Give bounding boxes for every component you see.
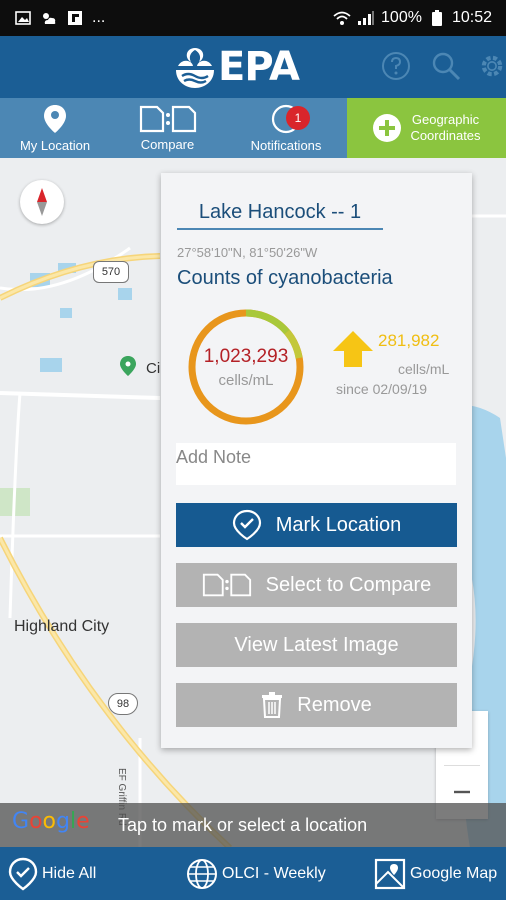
- geo-label-line2: Coordinates: [410, 128, 481, 143]
- globe-icon: [187, 858, 217, 889]
- note-input[interactable]: Add Note: [176, 443, 456, 485]
- wifi-icon: [333, 10, 351, 26]
- route-shield-98: 98: [108, 693, 138, 715]
- image-icon: [14, 10, 32, 26]
- map-label-highland-city: Highland City: [14, 618, 110, 635]
- more-notifications-text: ...: [92, 9, 106, 26]
- note-placeholder: Add Note: [176, 447, 252, 467]
- select-to-compare-label: Select to Compare: [265, 573, 432, 596]
- compare-label: Compare: [140, 136, 195, 152]
- compare-icon: [139, 105, 196, 132]
- remove-button[interactable]: Remove: [176, 683, 457, 727]
- map-hint-bar: Google Tap to mark or select a location: [0, 803, 506, 847]
- mark-location-label: Mark Location: [275, 513, 402, 536]
- help-icon[interactable]: [378, 48, 414, 84]
- gear-icon[interactable]: [478, 48, 506, 84]
- count-value: 1,023,293: [203, 345, 289, 367]
- app-header: EPA: [0, 36, 506, 98]
- map-hint-text: Tap to mark or select a location: [118, 815, 368, 835]
- compass-button[interactable]: [20, 180, 64, 224]
- status-bar: ... 100% 10:52: [0, 0, 506, 36]
- map-city-label: Ci: [146, 360, 161, 377]
- hide-all-label: Hide All: [42, 864, 97, 882]
- location-popup: Lake Hancock -- 1 27°58'10"N, 81°50'26"W…: [161, 173, 472, 748]
- compare-icon: [202, 573, 251, 597]
- view-latest-image-button[interactable]: View Latest Image: [176, 623, 457, 667]
- notifications-label: Notifications: [250, 137, 322, 153]
- trend-value: 281,982: [378, 331, 440, 350]
- location-check-icon: [8, 857, 38, 890]
- remove-label: Remove: [297, 693, 372, 716]
- basemap-button[interactable]: Google Map: [374, 847, 497, 900]
- epa-logo-text: EPA: [218, 44, 300, 90]
- compass-icon: [37, 188, 47, 216]
- count-unit: cells/mL: [218, 371, 274, 389]
- location-pin-icon: [44, 104, 66, 133]
- map-icon: [374, 858, 406, 889]
- view-latest-image-label: View Latest Image: [234, 633, 399, 656]
- battery-percent: 100%: [381, 9, 422, 26]
- select-to-compare-button[interactable]: Select to Compare: [176, 563, 457, 607]
- battery-icon: [428, 10, 446, 26]
- weather-icon: [40, 10, 58, 26]
- epa-logo: EPA: [172, 44, 300, 90]
- trend-unit: cells/mL: [398, 361, 450, 377]
- location-name[interactable]: Lake Hancock -- 1: [177, 201, 383, 230]
- bottom-bar: Hide All OLCI - Weekly Google Map: [0, 847, 506, 900]
- add-circle-icon: [373, 114, 402, 142]
- clock: 10:52: [451, 9, 492, 26]
- search-icon[interactable]: [428, 48, 464, 84]
- trash-icon: [262, 692, 283, 718]
- metric-title: Counts of cyanobacteria: [177, 267, 393, 289]
- epa-flower-icon: [176, 48, 214, 88]
- main-toolbar: My Location Compare 1 Notifications Geog…: [0, 98, 506, 158]
- signal-icon: [357, 10, 375, 26]
- google-logo: Google: [12, 809, 90, 834]
- count-ring: 1,023,293 cells/mL: [187, 308, 305, 426]
- mark-location-button[interactable]: Mark Location: [176, 503, 457, 547]
- notifications-button[interactable]: 1 Notifications: [225, 98, 347, 158]
- basemap-label: Google Map: [410, 864, 498, 882]
- location-check-icon: [232, 509, 261, 541]
- location-coordinates: 27°58'10"N, 81°50'26"W: [177, 245, 318, 260]
- geo-label-line1: Geographic: [411, 112, 480, 127]
- flipboard-icon: [66, 10, 84, 26]
- layer-selector-button[interactable]: OLCI - Weekly: [186, 847, 326, 900]
- compare-button[interactable]: Compare: [110, 98, 225, 158]
- hide-all-button[interactable]: Hide All: [8, 847, 96, 900]
- minus-icon: [454, 790, 470, 794]
- trend-since: since 02/09/19: [336, 381, 428, 397]
- my-location-label: My Location: [19, 137, 91, 153]
- trend-up-arrow-icon: [333, 331, 373, 367]
- notification-badge: 1: [286, 106, 310, 130]
- route-shield-570: 570: [93, 261, 129, 283]
- my-location-button[interactable]: My Location: [0, 98, 110, 158]
- layer-label: OLCI - Weekly: [222, 864, 326, 882]
- geographic-coordinates-button[interactable]: Geographic Coordinates: [347, 98, 506, 158]
